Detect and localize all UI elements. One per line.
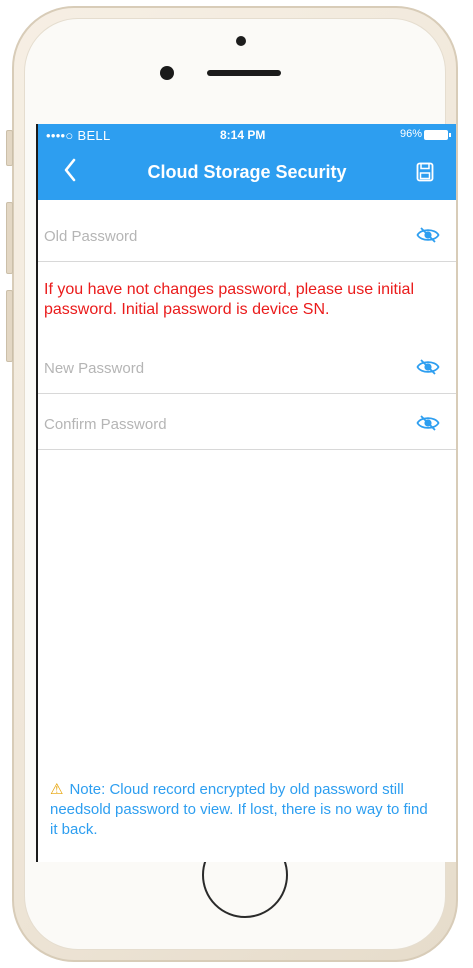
- battery-percent: 96%: [399, 128, 422, 140]
- warning-triangle-icon: ⚠: [50, 781, 64, 798]
- mute-switch: [6, 130, 13, 166]
- chevron-left-icon: [64, 158, 76, 182]
- eye-hidden-icon[interactable]: [416, 358, 440, 376]
- eye-hidden-icon[interactable]: [416, 226, 440, 244]
- earpiece-speaker: [207, 70, 281, 76]
- new-password-placeholder: New Password: [44, 360, 145, 377]
- front-camera: [160, 66, 174, 80]
- initial-password-hint: If you have not changes password, please…: [44, 281, 415, 318]
- save-button[interactable]: [416, 162, 434, 182]
- confirm-password-placeholder: Confirm Password: [44, 416, 167, 433]
- encryption-note: ⚠ Note: Cloud record encrypted by old pas…: [50, 780, 430, 840]
- new-password-field[interactable]: New Password: [38, 340, 456, 394]
- app-screen: ••••○ BELL 8:14 PM 96% Cloud Storage Sec…: [36, 124, 456, 862]
- proximity-sensor: [236, 36, 246, 46]
- app-header: ••••○ BELL 8:14 PM 96% Cloud Storage Sec…: [38, 124, 456, 200]
- old-password-placeholder: Old Password: [44, 228, 138, 245]
- status-time: 8:14 PM: [220, 128, 266, 142]
- volume-down-button: [6, 290, 13, 362]
- back-button[interactable]: [62, 158, 78, 182]
- old-password-field[interactable]: Old Password: [38, 208, 456, 262]
- note-text: Note: Cloud record encrypted by old pass…: [50, 781, 428, 838]
- battery-icon: [424, 130, 451, 140]
- carrier-label: ••••○ BELL: [46, 128, 111, 143]
- eye-hidden-icon[interactable]: [416, 414, 440, 432]
- status-bar: ••••○ BELL 8:14 PM 96%: [38, 124, 456, 146]
- confirm-password-field[interactable]: Confirm Password: [38, 396, 456, 450]
- volume-up-button: [6, 202, 13, 274]
- floppy-disk-icon: [416, 162, 434, 182]
- page-title: Cloud Storage Security: [147, 162, 347, 182]
